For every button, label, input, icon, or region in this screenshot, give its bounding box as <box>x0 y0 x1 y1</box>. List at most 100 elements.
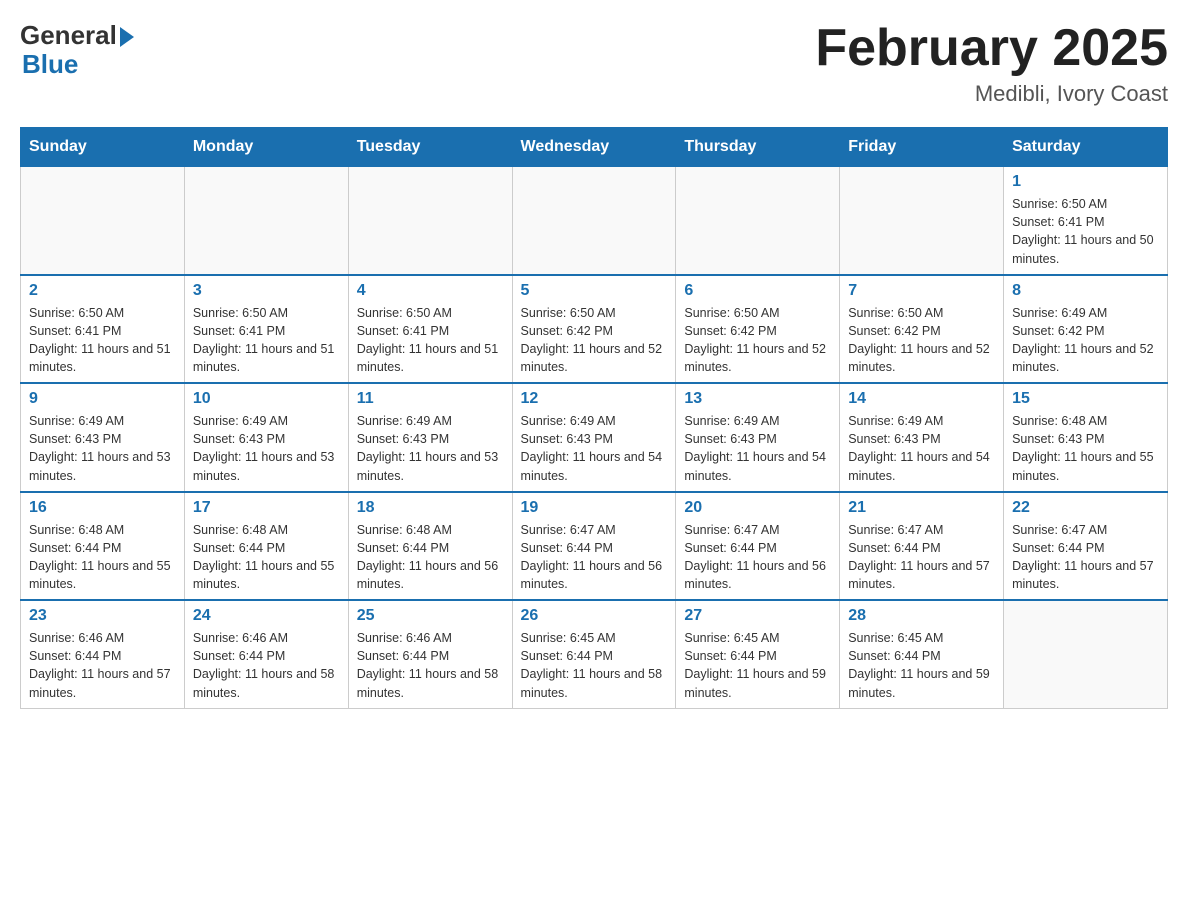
day-info: Sunrise: 6:50 AM Sunset: 6:41 PM Dayligh… <box>29 304 176 377</box>
day-number: 26 <box>521 607 668 625</box>
day-info: Sunrise: 6:45 AM Sunset: 6:44 PM Dayligh… <box>521 629 668 702</box>
calendar-cell <box>1004 600 1168 708</box>
day-number: 6 <box>684 282 831 300</box>
calendar-title: February 2025 <box>815 20 1168 77</box>
day-of-week-thursday: Thursday <box>676 128 840 167</box>
day-info: Sunrise: 6:47 AM Sunset: 6:44 PM Dayligh… <box>521 521 668 594</box>
day-info: Sunrise: 6:49 AM Sunset: 6:43 PM Dayligh… <box>29 412 176 485</box>
day-number: 12 <box>521 390 668 408</box>
calendar-cell <box>21 167 185 275</box>
day-number: 16 <box>29 499 176 517</box>
calendar-cell: 25Sunrise: 6:46 AM Sunset: 6:44 PM Dayli… <box>348 600 512 708</box>
calendar-week-row: 23 Sunrise: 6:46 AM Sunset: 6:44 PM Dayli… <box>21 600 1168 708</box>
day-number: 27 <box>684 607 831 625</box>
day-number: 4 <box>357 282 504 300</box>
day-info: Sunrise: 6:49 AM Sunset: 6:42 PM Dayligh… <box>1012 304 1159 377</box>
calendar-cell: 16 Sunrise: 6:48 AM Sunset: 6:44 PM Dayli… <box>21 492 185 601</box>
day-info: Sunrise: 6:49 AM Sunset: 6:43 PM Dayligh… <box>848 412 995 485</box>
calendar-cell <box>840 167 1004 275</box>
calendar-cell: 22 Sunrise: 6:47 AM Sunset: 6:44 PM Dayli… <box>1004 492 1168 601</box>
day-number: 7 <box>848 282 995 300</box>
day-number: 10 <box>193 390 340 408</box>
day-info: Sunrise: 6:47 AM Sunset: 6:44 PM Dayligh… <box>684 521 831 594</box>
calendar-cell: 6 Sunrise: 6:50 AM Sunset: 6:42 PM Daylig… <box>676 275 840 384</box>
calendar-header-row: SundayMondayTuesdayWednesdayThursdayFrid… <box>21 128 1168 167</box>
day-number: 13 <box>684 390 831 408</box>
calendar-subtitle: Medibli, Ivory Coast <box>815 81 1168 107</box>
day-number: 24 <box>193 607 340 625</box>
calendar-cell: 26 Sunrise: 6:45 AM Sunset: 6:44 PM Dayli… <box>512 600 676 708</box>
day-number: 9 <box>29 390 176 408</box>
calendar-table: SundayMondayTuesdayWednesdayThursdayFrid… <box>20 127 1168 709</box>
day-info: Sunrise: 6:47 AM Sunset: 6:44 PM Dayligh… <box>1012 521 1159 594</box>
calendar-cell <box>348 167 512 275</box>
day-info: Sunrise: 6:50 AM Sunset: 6:41 PM Dayligh… <box>193 304 340 377</box>
day-info: Sunrise: 6:49 AM Sunset: 6:43 PM Dayligh… <box>193 412 340 485</box>
day-number: 17 <box>193 499 340 517</box>
logo-blue-text: Blue <box>20 49 78 80</box>
logo-general-text: General <box>20 20 117 51</box>
day-of-week-sunday: Sunday <box>21 128 185 167</box>
calendar-title-block: February 2025 Medibli, Ivory Coast <box>815 20 1168 107</box>
calendar-cell <box>512 167 676 275</box>
calendar-week-row: 9 Sunrise: 6:49 AM Sunset: 6:43 PM Daylig… <box>21 383 1168 492</box>
calendar-cell: 20 Sunrise: 6:47 AM Sunset: 6:44 PM Dayli… <box>676 492 840 601</box>
calendar-cell: 21 Sunrise: 6:47 AM Sunset: 6:44 PM Dayli… <box>840 492 1004 601</box>
day-info: Sunrise: 6:48 AM Sunset: 6:43 PM Dayligh… <box>1012 412 1159 485</box>
day-info: Sunrise: 6:46 AM Sunset: 6:44 PM Dayligh… <box>357 629 504 702</box>
day-info: Sunrise: 6:48 AM Sunset: 6:44 PM Dayligh… <box>357 521 504 594</box>
day-of-week-wednesday: Wednesday <box>512 128 676 167</box>
page-header: General Blue February 2025 Medibli, Ivor… <box>20 20 1168 107</box>
day-number: 14 <box>848 390 995 408</box>
calendar-cell: 8 Sunrise: 6:49 AM Sunset: 6:42 PM Daylig… <box>1004 275 1168 384</box>
day-of-week-saturday: Saturday <box>1004 128 1168 167</box>
calendar-cell: 12 Sunrise: 6:49 AM Sunset: 6:43 PM Dayli… <box>512 383 676 492</box>
day-number: 15 <box>1012 390 1159 408</box>
calendar-cell: 23 Sunrise: 6:46 AM Sunset: 6:44 PM Dayli… <box>21 600 185 708</box>
day-number: 1 <box>1012 173 1159 191</box>
day-info: Sunrise: 6:49 AM Sunset: 6:43 PM Dayligh… <box>521 412 668 485</box>
calendar-cell: 18 Sunrise: 6:48 AM Sunset: 6:44 PM Dayli… <box>348 492 512 601</box>
calendar-cell: 2 Sunrise: 6:50 AM Sunset: 6:41 PM Daylig… <box>21 275 185 384</box>
calendar-cell: 17Sunrise: 6:48 AM Sunset: 6:44 PM Dayli… <box>184 492 348 601</box>
day-info: Sunrise: 6:46 AM Sunset: 6:44 PM Dayligh… <box>29 629 176 702</box>
calendar-cell: 24Sunrise: 6:46 AM Sunset: 6:44 PM Dayli… <box>184 600 348 708</box>
day-number: 21 <box>848 499 995 517</box>
day-info: Sunrise: 6:50 AM Sunset: 6:41 PM Dayligh… <box>357 304 504 377</box>
calendar-cell: 11Sunrise: 6:49 AM Sunset: 6:43 PM Dayli… <box>348 383 512 492</box>
calendar-cell <box>676 167 840 275</box>
calendar-cell: 1 Sunrise: 6:50 AM Sunset: 6:41 PM Daylig… <box>1004 167 1168 275</box>
day-info: Sunrise: 6:50 AM Sunset: 6:42 PM Dayligh… <box>848 304 995 377</box>
day-number: 19 <box>521 499 668 517</box>
day-info: Sunrise: 6:45 AM Sunset: 6:44 PM Dayligh… <box>848 629 995 702</box>
logo-arrow-icon <box>120 27 134 47</box>
day-of-week-friday: Friday <box>840 128 1004 167</box>
day-info: Sunrise: 6:48 AM Sunset: 6:44 PM Dayligh… <box>29 521 176 594</box>
day-number: 23 <box>29 607 176 625</box>
calendar-week-row: 1 Sunrise: 6:50 AM Sunset: 6:41 PM Daylig… <box>21 167 1168 275</box>
logo: General Blue <box>20 20 134 80</box>
calendar-cell: 28Sunrise: 6:45 AM Sunset: 6:44 PM Dayli… <box>840 600 1004 708</box>
day-info: Sunrise: 6:49 AM Sunset: 6:43 PM Dayligh… <box>684 412 831 485</box>
day-number: 2 <box>29 282 176 300</box>
calendar-cell <box>184 167 348 275</box>
calendar-cell: 5Sunrise: 6:50 AM Sunset: 6:42 PM Daylig… <box>512 275 676 384</box>
day-number: 3 <box>193 282 340 300</box>
day-number: 8 <box>1012 282 1159 300</box>
day-info: Sunrise: 6:50 AM Sunset: 6:42 PM Dayligh… <box>684 304 831 377</box>
calendar-cell: 13 Sunrise: 6:49 AM Sunset: 6:43 PM Dayli… <box>676 383 840 492</box>
day-number: 5 <box>521 282 668 300</box>
day-info: Sunrise: 6:50 AM Sunset: 6:41 PM Dayligh… <box>1012 195 1159 268</box>
calendar-cell: 15 Sunrise: 6:48 AM Sunset: 6:43 PM Dayli… <box>1004 383 1168 492</box>
calendar-cell: 14 Sunrise: 6:49 AM Sunset: 6:43 PM Dayli… <box>840 383 1004 492</box>
calendar-cell: 7 Sunrise: 6:50 AM Sunset: 6:42 PM Daylig… <box>840 275 1004 384</box>
day-number: 18 <box>357 499 504 517</box>
day-number: 20 <box>684 499 831 517</box>
calendar-cell: 10 Sunrise: 6:49 AM Sunset: 6:43 PM Dayli… <box>184 383 348 492</box>
calendar-cell: 4 Sunrise: 6:50 AM Sunset: 6:41 PM Daylig… <box>348 275 512 384</box>
day-number: 22 <box>1012 499 1159 517</box>
day-info: Sunrise: 6:45 AM Sunset: 6:44 PM Dayligh… <box>684 629 831 702</box>
calendar-cell: 3 Sunrise: 6:50 AM Sunset: 6:41 PM Daylig… <box>184 275 348 384</box>
day-info: Sunrise: 6:47 AM Sunset: 6:44 PM Dayligh… <box>848 521 995 594</box>
day-number: 11 <box>357 390 504 408</box>
